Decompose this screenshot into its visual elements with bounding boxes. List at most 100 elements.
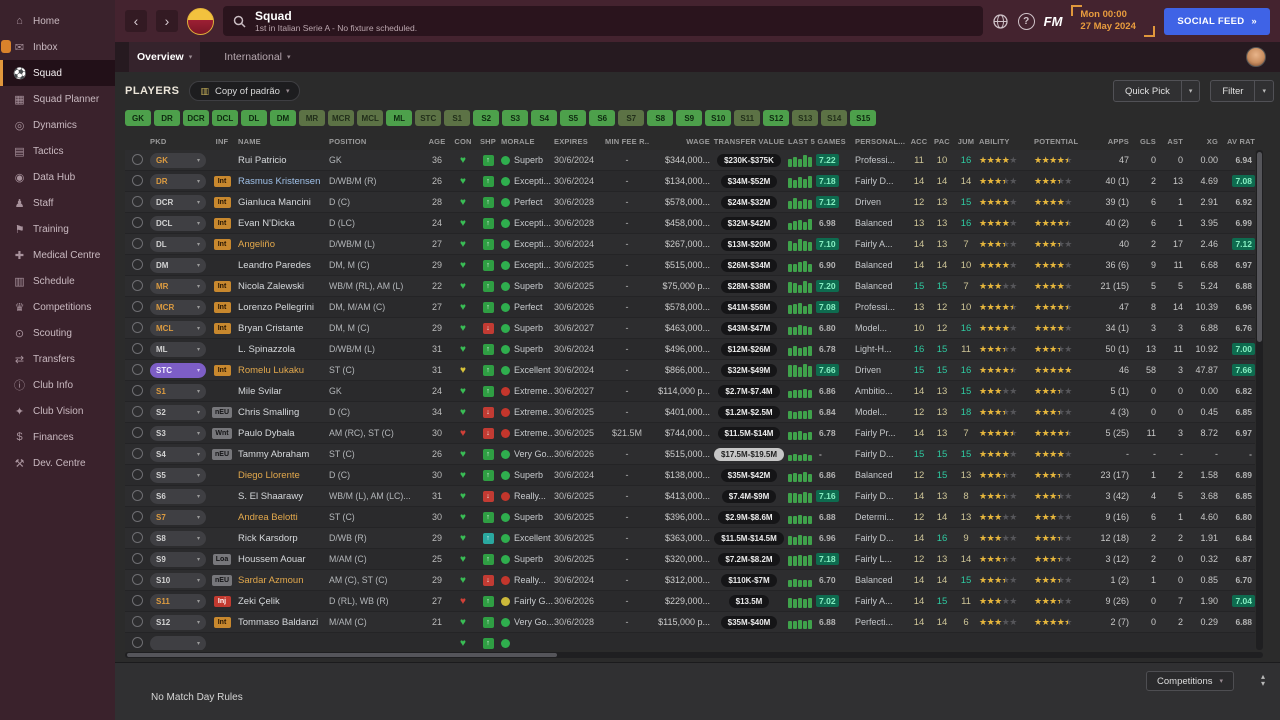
column-header-ast[interactable]: AST [1157, 137, 1183, 146]
player-name[interactable]: Tommaso Baldanzi [238, 617, 328, 628]
table-row[interactable]: DR ▾ Int Rasmus Kristensen D/WB/M (R) 26 ♥ ↑ Exc… [125, 171, 1255, 192]
column-header-personal[interactable]: PERSONAL... [855, 137, 907, 146]
player-checkbox[interactable] [131, 490, 143, 502]
position-dropdown[interactable]: S12 ▾ [150, 614, 206, 630]
table-row[interactable]: S2 ▾ nEU Chris Smalling D (C) 34 ♥ ↓ Extreme... 3… [125, 402, 1255, 423]
position-dropdown[interactable]: DR ▾ [150, 173, 206, 189]
player-checkbox[interactable] [131, 448, 143, 460]
position-dropdown[interactable]: S7 ▾ [150, 509, 206, 525]
position-dropdown[interactable]: S9 ▾ [150, 551, 206, 567]
sidebar-item-transfers[interactable]: ⇄ Transfers [0, 346, 115, 372]
sidebar-item-squad[interactable]: ⚽ Squad [0, 60, 115, 86]
position-filter-s13[interactable]: S13 [792, 110, 819, 126]
position-dropdown[interactable]: S1 ▾ [150, 383, 206, 399]
position-filter-s5[interactable]: S5 [560, 110, 587, 126]
player-checkbox[interactable] [131, 238, 143, 250]
column-header-expires[interactable]: EXPIRES [554, 137, 604, 146]
player-name[interactable]: Zeki Çelik [238, 596, 328, 607]
sidebar-item-data-hub[interactable]: ◉ Data Hub [0, 164, 115, 190]
player-checkbox[interactable] [131, 280, 143, 292]
tab-international[interactable]: International ▾ [216, 42, 298, 72]
table-row[interactable]: MCR ▾ Int Lorenzo Pellegrini DM, M/AM (C) 27 ♥… [125, 297, 1255, 318]
player-name[interactable]: Leandro Paredes [238, 260, 328, 271]
table-row[interactable]: S7 ▾ Andrea Belotti ST (C) 30 ♥ ↑ Superb 30/6/20… [125, 507, 1255, 528]
column-header-wage[interactable]: WAGE [650, 137, 710, 146]
player-name[interactable]: Houssem Aouar [238, 554, 328, 565]
sidebar-item-squad-planner[interactable]: ▦ Squad Planner [0, 86, 115, 112]
sidebar-item-tactics[interactable]: ▤ Tactics [0, 138, 115, 164]
player-checkbox[interactable] [131, 532, 143, 544]
position-dropdown[interactable]: DM ▾ [150, 257, 206, 273]
sidebar-item-training[interactable]: ⚑ Training [0, 216, 115, 242]
sidebar-item-schedule[interactable]: ▥ Schedule [0, 268, 115, 294]
position-dropdown[interactable]: MCL ▾ [150, 320, 206, 336]
column-header-acc[interactable]: ACC [908, 137, 930, 146]
column-header-pkd[interactable]: PKD [150, 137, 206, 146]
player-checkbox[interactable] [131, 385, 143, 397]
table-row[interactable]: GK ▾ Rui Patricio GK 36 ♥ ↑ Superb 30/6/2024 - $34… [125, 150, 1255, 171]
player-name[interactable]: Chris Smalling [238, 407, 328, 418]
column-header-gls[interactable]: GLS [1130, 137, 1156, 146]
player-name[interactable]: Andrea Belotti [238, 512, 328, 523]
table-row[interactable]: ▾ ♥ ↑ [125, 633, 1255, 650]
help-button[interactable]: ? [1017, 12, 1035, 30]
player-checkbox[interactable] [131, 196, 143, 208]
table-row[interactable]: S4 ▾ nEU Tammy Abraham ST (C) 26 ♥ ↑ Very Go... 3… [125, 444, 1255, 465]
sidebar-item-finances[interactable]: $ Finances [0, 424, 115, 450]
position-filter-s7[interactable]: S7 [618, 110, 645, 126]
player-checkbox[interactable] [131, 637, 143, 649]
table-row[interactable]: S9 ▾ Loa Houssem Aouar M/AM (C) 25 ♥ ↑ Superb 30/… [125, 549, 1255, 570]
column-header-potential[interactable]: POTENTIAL [1034, 137, 1088, 146]
table-row[interactable]: S3 ▾ Wnt Paulo Dybala AM (RC), ST (C) 30 ♥ ↓ Ext… [125, 423, 1255, 444]
sidebar-item-home[interactable]: ⌂ Home [0, 8, 115, 34]
position-dropdown[interactable]: MCR ▾ [150, 299, 206, 315]
table-row[interactable]: DM ▾ Leandro Paredes DM, M (C) 29 ♥ ↑ Excepti..… [125, 255, 1255, 276]
position-filter-s12[interactable]: S12 [763, 110, 790, 126]
position-dropdown[interactable]: S4 ▾ [150, 446, 206, 462]
column-header-jum[interactable]: JUM [954, 137, 978, 146]
view-selector[interactable]: ▥ Copy of padrão ▾ [189, 81, 301, 101]
position-filter-s4[interactable]: S4 [531, 110, 558, 126]
player-checkbox[interactable] [131, 595, 143, 607]
sidebar-item-inbox[interactable]: ✉ Inbox [0, 34, 115, 60]
position-filter-s11[interactable]: S11 [734, 110, 761, 126]
column-header-last-5-games[interactable]: LAST 5 GAMES [788, 137, 854, 146]
column-header-pac[interactable]: PAC [931, 137, 953, 146]
player-checkbox[interactable] [131, 574, 143, 586]
player-checkbox[interactable] [131, 175, 143, 187]
position-filter-stc[interactable]: STC [415, 110, 442, 126]
column-header-con[interactable]: CON [451, 137, 475, 146]
position-filter-gk[interactable]: GK [125, 110, 151, 126]
position-dropdown[interactable]: S10 ▾ [150, 572, 206, 588]
column-header-apps[interactable]: APPS [1089, 137, 1129, 146]
column-header-min-fee-r[interactable]: MIN FEE R... [605, 137, 649, 146]
vertical-scrollbar[interactable] [1256, 150, 1263, 650]
column-header-inf[interactable]: INF [207, 137, 237, 146]
scrollbar-thumb[interactable] [1257, 152, 1262, 342]
chevron-down-icon[interactable]: ▾ [1180, 81, 1200, 101]
table-row[interactable]: MR ▾ Int Nicola Zalewski WB/M (RL), AM (L) 22… [125, 276, 1255, 297]
position-filter-mcl[interactable]: MCL [357, 110, 384, 126]
position-filter-mr[interactable]: MR [299, 110, 325, 126]
column-header-ability[interactable]: ABILITY [979, 137, 1033, 146]
table-row[interactable]: S8 ▾ Rick Karsdorp D/WB (R) 29 ♥ ↑ Excellent 30/… [125, 528, 1255, 549]
sidebar-item-medical-centre[interactable]: ✚ Medical Centre [0, 242, 115, 268]
player-name[interactable]: Sardar Azmoun [238, 575, 328, 586]
title-search-bar[interactable]: Squad 1st in Italian Serie A - No fixtur… [223, 6, 983, 36]
table-row[interactable]: STC ▾ Int Romelu Lukaku ST (C) 31 ♥ ↑ Excellent 3… [125, 360, 1255, 381]
position-dropdown[interactable]: S11 ▾ [150, 593, 206, 609]
player-checkbox[interactable] [131, 217, 143, 229]
column-header-shp[interactable]: SHP [476, 137, 500, 146]
position-dropdown[interactable]: DCR ▾ [150, 194, 206, 210]
player-name[interactable]: S. El Shaarawy [238, 491, 328, 502]
position-filter-dm[interactable]: DM [270, 110, 296, 126]
position-filter-dl[interactable]: DL [241, 110, 267, 126]
column-header-age[interactable]: AGE [424, 137, 450, 146]
position-filter-s1[interactable]: S1 [444, 110, 471, 126]
player-checkbox[interactable] [131, 553, 143, 565]
position-dropdown[interactable]: S2 ▾ [150, 404, 206, 420]
position-filter-dcl[interactable]: DCL [212, 110, 238, 126]
player-name[interactable]: Angeliño [238, 239, 328, 250]
table-row[interactable]: DL ▾ Int Angeliño D/WB/M (L) 27 ♥ ↑ Excepti... 30… [125, 234, 1255, 255]
position-dropdown[interactable]: STC ▾ [150, 362, 206, 378]
